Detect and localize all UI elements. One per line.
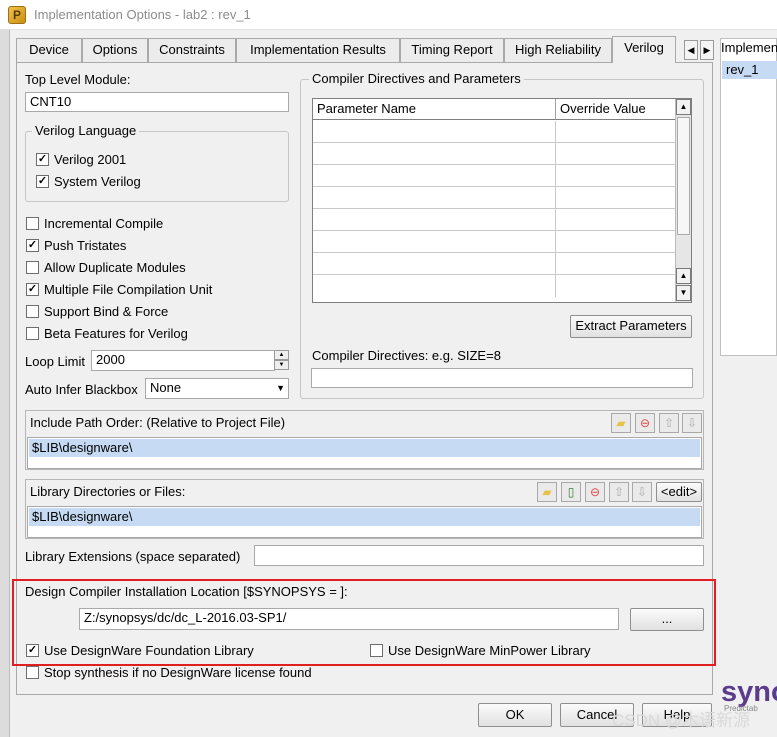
watermark: CSDN @木语新源 <box>612 711 751 730</box>
system-verilog-checkbox[interactable]: ✓ <box>36 175 49 188</box>
override-value-header: Override Value <box>556 99 677 120</box>
tab-scroll-left-icon[interactable]: ◀ <box>684 40 698 60</box>
table-row[interactable] <box>313 253 677 275</box>
tab-device[interactable]: Device <box>16 38 82 62</box>
verilog-2001-label: Verilog 2001 <box>54 152 127 167</box>
table-row[interactable] <box>313 165 677 187</box>
auto-infer-blackbox-label: Auto Infer Blackbox <box>25 382 138 397</box>
compiler-directives-title: Compiler Directives and Parameters <box>309 71 524 86</box>
scroll-thumb[interactable] <box>677 117 690 235</box>
table-scrollbar[interactable]: ▲ ▲ ▼ <box>675 99 691 302</box>
parameters-table[interactable]: Parameter Name Override Value ▲ ▲ ▼ <box>312 98 692 303</box>
support-bind-force-label: Support Bind & Force <box>44 304 169 319</box>
include-path-list[interactable]: $LIB\designware\ <box>27 437 702 469</box>
include-path-section: Include Path Order: (Relative to Project… <box>25 410 704 470</box>
tab-constraints[interactable]: Constraints <box>148 38 236 62</box>
push-tristates-checkbox[interactable]: ✓ <box>26 239 39 252</box>
multiple-file-compilation-checkbox[interactable]: ✓ <box>26 283 39 296</box>
beta-features-label: Beta Features for Verilog <box>44 326 188 341</box>
add-file-icon[interactable]: ▯ <box>561 482 581 502</box>
auto-infer-blackbox-select[interactable]: None ▼ <box>145 378 289 399</box>
verilog-2001-checkbox[interactable]: ✓ <box>36 153 49 166</box>
list-item[interactable]: $LIB\designware\ <box>29 508 700 526</box>
tab-high-reliability[interactable]: High Reliability <box>504 38 612 62</box>
top-level-label: Top Level Module: <box>25 72 131 87</box>
title-bar: P Implementation Options - lab2 : rev_1 <box>0 0 777 30</box>
push-tristates-label: Push Tristates <box>44 238 127 253</box>
edit-button[interactable]: <edit> <box>656 482 702 502</box>
library-directories-list[interactable]: $LIB\designware\ <box>27 506 702 538</box>
tab-timing-report[interactable]: Timing Report <box>400 38 504 62</box>
table-row[interactable] <box>313 187 677 209</box>
table-row[interactable] <box>313 121 677 143</box>
support-bind-force-checkbox[interactable] <box>26 305 39 318</box>
extract-parameters-button[interactable]: Extract Parameters <box>570 315 692 338</box>
app-icon: P <box>8 6 26 24</box>
top-level-input[interactable]: CNT10 <box>25 92 289 112</box>
side-panel-item-rev1[interactable]: rev_1 <box>722 61 777 79</box>
remove-icon[interactable]: ⊖ <box>585 482 605 502</box>
system-verilog-label: System Verilog <box>54 174 141 189</box>
stop-synthesis-checkbox[interactable] <box>26 666 39 679</box>
loop-limit-input[interactable]: 2000 <box>91 350 275 371</box>
parameter-name-header: Parameter Name <box>313 99 556 120</box>
window-title: Implementation Options - lab2 : rev_1 <box>34 7 251 22</box>
library-extensions-input[interactable] <box>254 545 704 566</box>
beta-features-checkbox[interactable] <box>26 327 39 340</box>
multiple-file-compilation-label: Multiple File Compilation Unit <box>44 282 213 297</box>
move-down-icon[interactable]: ⇩ <box>682 413 702 433</box>
library-directories-section: Library Directories or Files: ▰ ▯ ⊖ ⇧ ⇩ … <box>25 479 704 539</box>
include-path-label: Include Path Order: (Relative to Project… <box>30 415 286 430</box>
highlight-annotation <box>12 579 716 666</box>
move-up-icon[interactable]: ⇧ <box>659 413 679 433</box>
scroll-up-icon[interactable]: ▲ <box>676 99 691 115</box>
incremental-compile-checkbox[interactable] <box>26 217 39 230</box>
library-extensions-label: Library Extensions (space separated) <box>25 549 241 564</box>
scroll-down-icon[interactable]: ▼ <box>676 285 691 301</box>
allow-duplicate-modules-checkbox[interactable] <box>26 261 39 274</box>
tab-verilog[interactable]: Verilog <box>612 36 676 63</box>
verilog-language-title: Verilog Language <box>32 123 140 138</box>
allow-duplicate-modules-label: Allow Duplicate Modules <box>44 260 186 275</box>
scroll-bottom-arrow-icon[interactable]: ▲ <box>676 268 691 284</box>
table-row[interactable] <box>313 275 677 297</box>
tab-scroll-right-icon[interactable]: ▶ <box>700 40 714 60</box>
table-row[interactable] <box>313 209 677 231</box>
tab-options[interactable]: Options <box>82 38 148 62</box>
move-down-icon[interactable]: ⇩ <box>632 482 652 502</box>
spin-down-icon[interactable]: ▼ <box>274 360 289 370</box>
side-panel-header: Implemen <box>721 40 777 55</box>
library-directories-label: Library Directories or Files: <box>30 484 186 499</box>
move-up-icon[interactable]: ⇧ <box>609 482 629 502</box>
incremental-compile-label: Incremental Compile <box>44 216 164 231</box>
list-item[interactable]: $LIB\designware\ <box>29 439 700 457</box>
dropdown-arrow-icon: ▼ <box>276 383 285 393</box>
compiler-directives-input[interactable] <box>311 368 693 388</box>
remove-icon[interactable]: ⊖ <box>635 413 655 433</box>
left-window-edge <box>0 30 10 737</box>
spin-up-icon[interactable]: ▲ <box>274 350 289 360</box>
ok-button[interactable]: OK <box>478 703 552 727</box>
add-folder-icon[interactable]: ▰ <box>611 413 631 433</box>
tab-implementation-results[interactable]: Implementation Results <box>236 38 400 62</box>
table-row[interactable] <box>313 231 677 253</box>
compiler-directives-label: Compiler Directives: e.g. SIZE=8 <box>312 348 501 363</box>
table-row[interactable] <box>313 143 677 165</box>
implementation-side-panel: Implemen rev_1 <box>720 38 777 356</box>
auto-infer-blackbox-value: None <box>150 380 182 395</box>
loop-limit-label: Loop Limit <box>25 354 85 369</box>
add-folder-icon[interactable]: ▰ <box>537 482 557 502</box>
stop-synthesis-label: Stop synthesis if no DesignWare license … <box>44 665 312 680</box>
